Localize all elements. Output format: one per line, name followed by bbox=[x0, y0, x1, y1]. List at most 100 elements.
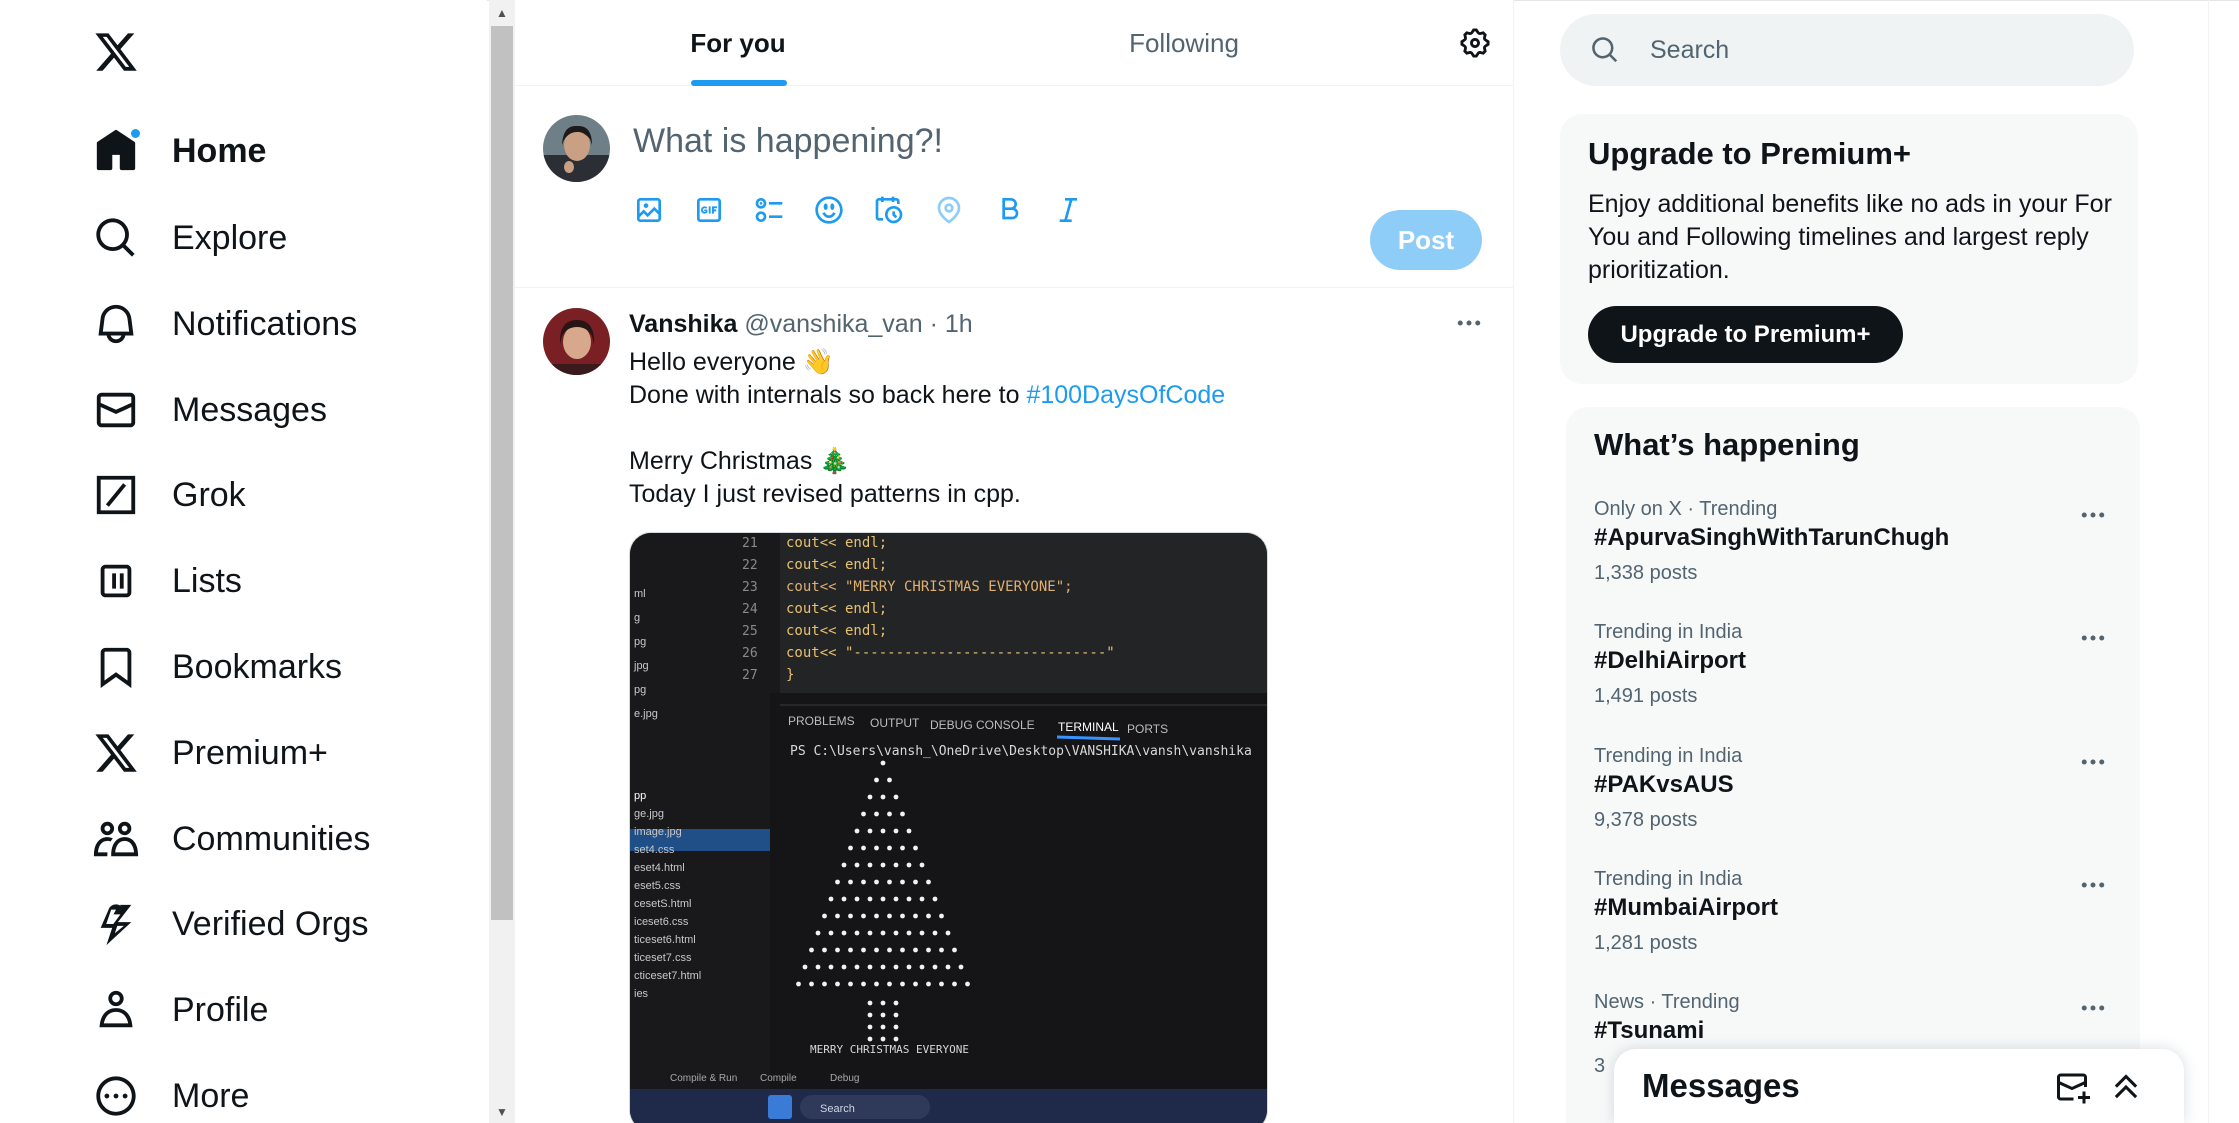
italic-icon[interactable] bbox=[1053, 190, 1113, 230]
gif-icon[interactable] bbox=[693, 190, 753, 230]
star-dot bbox=[887, 981, 892, 987]
scroll-up-arrow-icon[interactable]: ▲ bbox=[489, 2, 515, 24]
x-icon bbox=[90, 727, 142, 779]
chevron-up-double-icon[interactable] bbox=[2108, 1069, 2144, 1105]
star-dot bbox=[854, 930, 860, 936]
star-dot bbox=[874, 811, 879, 817]
tweet-line-text: Done with internals so back here to bbox=[629, 381, 1027, 409]
nav-messages[interactable]: Messages bbox=[90, 370, 327, 450]
lightning-icon bbox=[90, 898, 142, 950]
tweet-line: Hello everyone 👋 bbox=[629, 348, 834, 376]
star-dot bbox=[861, 913, 866, 919]
trend-item[interactable]: Only on X · Trending #ApurvaSinghWithTar… bbox=[1566, 498, 2140, 621]
nav-profile[interactable]: Profile bbox=[90, 970, 268, 1050]
trend-item[interactable]: Trending in India #PAKvsAUS 9,378 posts bbox=[1566, 745, 2140, 868]
messages-drawer[interactable]: Messages bbox=[1614, 1049, 2184, 1123]
poll-icon[interactable] bbox=[753, 190, 813, 230]
main-timeline: For you Following What is happening?! Po… bbox=[515, 0, 1514, 1123]
tab-following[interactable]: Following bbox=[961, 0, 1407, 86]
star-dot bbox=[939, 981, 944, 987]
nav-label: Bookmarks bbox=[172, 647, 343, 686]
star-dot bbox=[841, 896, 847, 902]
nav-grok[interactable]: Grok bbox=[90, 455, 246, 535]
upgrade-premium-button[interactable]: Upgrade to Premium+ bbox=[1588, 306, 1903, 363]
explorer-file: eset5.css bbox=[634, 880, 681, 892]
page-edge-divider bbox=[2208, 0, 2209, 1123]
star-dot bbox=[815, 930, 821, 936]
star-dot bbox=[802, 964, 808, 970]
star-dot bbox=[939, 947, 944, 953]
bold-icon[interactable] bbox=[993, 190, 1053, 230]
star-dot bbox=[887, 913, 892, 919]
nav-bookmarks[interactable]: Bookmarks bbox=[90, 627, 342, 707]
tweet-timestamp[interactable]: 1h bbox=[945, 310, 973, 338]
star-dot bbox=[893, 1036, 899, 1042]
more-options-icon[interactable] bbox=[2076, 747, 2110, 777]
tab-for-you[interactable]: For you bbox=[515, 0, 961, 86]
post-button[interactable]: Post bbox=[1370, 210, 1482, 270]
nav-label: Notifications bbox=[172, 304, 358, 343]
more-options-icon[interactable] bbox=[2076, 500, 2110, 530]
star-dot bbox=[874, 913, 879, 919]
nav-label: Communities bbox=[172, 819, 371, 858]
explorer-file: jpg bbox=[633, 660, 649, 672]
trend-item[interactable]: Trending in India #DelhiAirport 1,491 po… bbox=[1566, 621, 2140, 744]
star-dot bbox=[893, 1000, 899, 1006]
more-options-icon[interactable] bbox=[2076, 993, 2110, 1023]
explorer-file: ticeset7.css bbox=[634, 952, 692, 964]
star-dot bbox=[939, 913, 944, 919]
star-dot bbox=[926, 913, 931, 919]
new-message-icon[interactable] bbox=[2054, 1069, 2090, 1105]
hashtag-link[interactable]: #100DaysOfCode bbox=[1026, 381, 1225, 409]
premium-upsell-card: Upgrade to Premium+ Enjoy additional ben… bbox=[1560, 114, 2138, 384]
star-dot bbox=[848, 981, 853, 987]
avatar[interactable] bbox=[543, 115, 610, 182]
star-dot bbox=[815, 964, 821, 970]
terminal-output-text: MERRY CHRISTMAS EVERYONE bbox=[810, 1043, 969, 1056]
star-dot bbox=[913, 947, 918, 953]
x-logo-icon[interactable] bbox=[88, 28, 144, 76]
explorer-file: eset4.html bbox=[634, 862, 685, 874]
author-name[interactable]: Vanshika bbox=[629, 310, 737, 338]
search-box[interactable]: Search bbox=[1560, 14, 2134, 86]
status-bar-items: Compile & Run Compile Debug bbox=[670, 1073, 859, 1084]
nav-communities[interactable]: Communities bbox=[90, 799, 370, 879]
star-dot bbox=[913, 879, 918, 885]
trend-item[interactable]: Trending in India #MumbaiAirport 1,281 p… bbox=[1566, 868, 2140, 991]
trend-tag: #PAKvsAUS bbox=[1594, 771, 1734, 798]
star-dot bbox=[854, 828, 860, 834]
search-input[interactable]: Search bbox=[1650, 36, 1729, 65]
trends-panel: What’s happening Only on X · Trending #A… bbox=[1566, 407, 2140, 1123]
nav-notifications[interactable]: Notifications bbox=[90, 284, 357, 364]
location-icon[interactable] bbox=[933, 190, 993, 230]
nav-verified-orgs[interactable]: Verified Orgs bbox=[90, 884, 369, 964]
trend-post-count: 1,338 posts bbox=[1594, 562, 1698, 584]
nav-premium-plus[interactable]: Premium+ bbox=[90, 713, 328, 793]
nav-explore[interactable]: Explore bbox=[90, 198, 287, 278]
media-icon[interactable] bbox=[633, 190, 693, 230]
avatar[interactable] bbox=[543, 308, 610, 375]
nav-more[interactable]: More bbox=[90, 1056, 249, 1123]
star-dot bbox=[835, 879, 840, 885]
star-dot bbox=[893, 930, 899, 936]
scroll-down-arrow-icon[interactable]: ▼ bbox=[489, 1101, 515, 1123]
star-dot bbox=[867, 1012, 873, 1018]
scrollbar-thumb[interactable] bbox=[491, 26, 513, 920]
star-dot bbox=[809, 947, 814, 953]
gear-icon[interactable] bbox=[1458, 26, 1492, 60]
tweet[interactable]: Vanshika @vanshika_van · 1h Hello everyo… bbox=[515, 288, 1514, 1123]
more-options-icon[interactable] bbox=[2076, 623, 2110, 653]
schedule-icon[interactable] bbox=[873, 190, 933, 230]
composer-input[interactable]: What is happening?! bbox=[633, 122, 943, 161]
nav-home[interactable]: Home bbox=[90, 111, 266, 191]
tweet-image[interactable]: 21 cout<< endl; 22 cout<< endl; 23 cout<< "ME… bbox=[629, 532, 1268, 1123]
star-dot bbox=[919, 862, 925, 868]
emoji-icon[interactable] bbox=[813, 190, 873, 230]
author-handle[interactable]: @vanshika_van bbox=[744, 310, 922, 338]
nav-lists[interactable]: Lists bbox=[90, 541, 242, 621]
star-dot bbox=[809, 981, 814, 987]
star-dot bbox=[880, 828, 886, 834]
more-options-icon[interactable] bbox=[1452, 308, 1486, 338]
page-scrollbar[interactable]: ▲ ▼ bbox=[489, 0, 515, 1123]
more-options-icon[interactable] bbox=[2076, 870, 2110, 900]
